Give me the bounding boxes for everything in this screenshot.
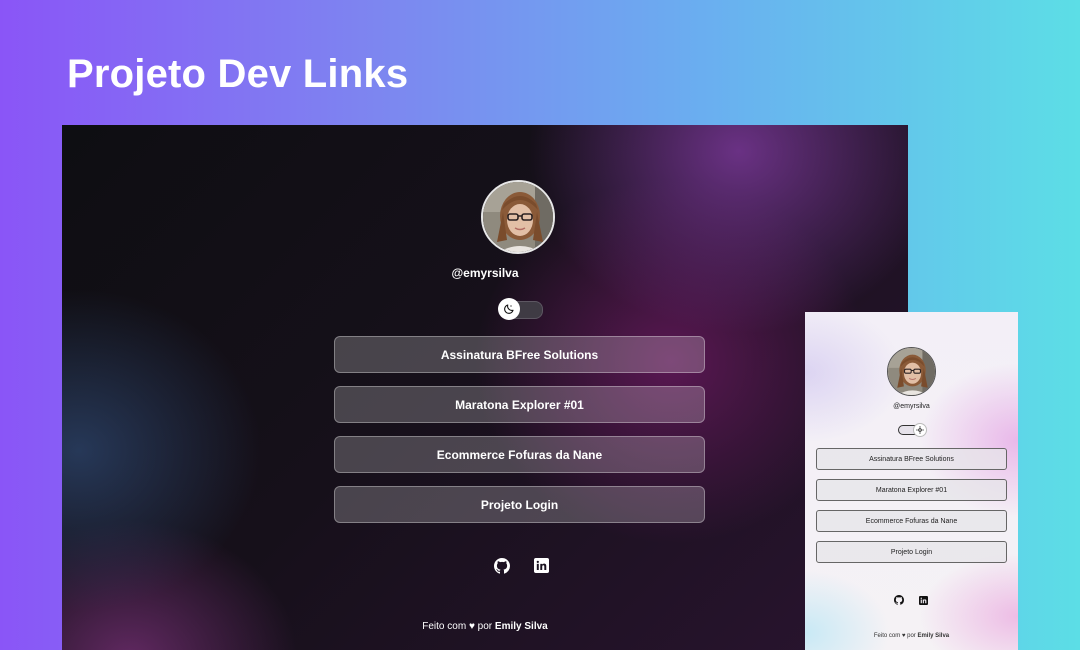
links-list: Assinatura BFree Solutions Maratona Expl…: [816, 448, 1007, 572]
footer-prefix: Feito com: [422, 621, 467, 632]
link-button-ecommerce[interactable]: Ecommerce Fofuras da Nane: [816, 510, 1007, 532]
heart-icon: ♥: [901, 633, 906, 639]
mobile-preview: @emyrsilva Assinatura BFree Solutions Ma…: [805, 312, 1018, 650]
footer-author[interactable]: Emily Silva: [917, 633, 949, 639]
username: @emyrsilva: [893, 403, 930, 410]
links-list: Assinatura BFree Solutions Maratona Expl…: [334, 336, 705, 536]
link-button-ecommerce[interactable]: Ecommerce Fofuras da Nane: [334, 436, 705, 473]
link-button-bfree[interactable]: Assinatura BFree Solutions: [816, 448, 1007, 470]
avatar: [481, 180, 555, 254]
avatar-photo: [483, 182, 553, 252]
username: @emyrsilva: [451, 266, 519, 280]
theme-switch[interactable]: [898, 423, 927, 437]
github-icon[interactable]: [894, 592, 904, 610]
social-links: [494, 558, 549, 579]
sun-icon: [913, 423, 927, 437]
linkedin-icon[interactable]: [534, 558, 549, 579]
github-icon[interactable]: [494, 558, 510, 579]
page-title: Projeto Dev Links: [67, 52, 409, 96]
link-button-maratona[interactable]: Maratona Explorer #01: [334, 386, 705, 423]
link-button-login[interactable]: Projeto Login: [816, 541, 1007, 563]
link-button-login[interactable]: Projeto Login: [334, 486, 705, 523]
footer-by: por: [907, 633, 916, 639]
footer: Feito com ♥ por Emily Silva: [62, 621, 908, 632]
footer-author[interactable]: Emily Silva: [495, 621, 548, 632]
footer-prefix: Feito com: [873, 633, 901, 639]
desktop-preview: @emyrsilva Assinatura BFree Solutions Ma…: [62, 125, 908, 650]
link-button-bfree[interactable]: Assinatura BFree Solutions: [334, 336, 705, 373]
social-links: [894, 592, 928, 610]
avatar: [887, 347, 936, 396]
moon-icon: [498, 298, 520, 320]
footer: Feito com ♥ por Emily Silva: [805, 633, 1018, 639]
link-button-maratona[interactable]: Maratona Explorer #01: [816, 479, 1007, 501]
linkedin-icon[interactable]: [919, 592, 928, 610]
theme-switch[interactable]: [498, 298, 543, 320]
heart-icon: ♥: [468, 621, 475, 632]
footer-by: por: [477, 621, 493, 632]
avatar-photo: [888, 348, 935, 395]
